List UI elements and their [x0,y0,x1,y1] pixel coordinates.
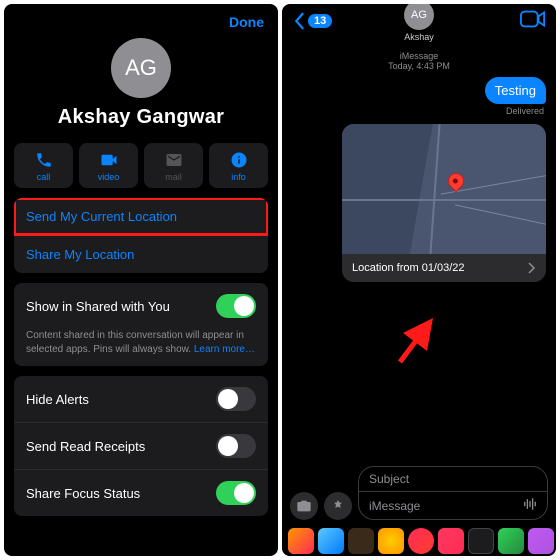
focus-status-label: Share Focus Status [26,486,140,501]
quick-actions: call video mail info [4,129,278,198]
back-button[interactable]: 13 [292,12,332,30]
shared-with-you-row[interactable]: Show in Shared with You [14,283,268,329]
call-label: call [37,172,51,182]
imessage-app-drawer[interactable] [282,526,556,556]
messages-conversation-screen: 13 AG Akshay iMessage Today, 4:43 PM Tes… [282,4,556,556]
location-label-row[interactable]: Location from 01/03/22 [342,254,546,282]
thread-timestamp: iMessage Today, 4:43 PM [282,51,556,71]
dictation-button[interactable] [523,497,537,514]
appstore-icon [330,498,346,514]
message-input[interactable]: iMessage [369,499,420,513]
focus-status-row[interactable]: Share Focus Status [14,469,268,516]
send-current-location-button[interactable]: Send My Current Location [14,198,268,235]
chat-title-area[interactable]: AG Akshay [404,4,434,42]
hide-alerts-row[interactable]: Hide Alerts [14,376,268,422]
subject-input[interactable]: Subject [359,467,547,492]
location-date-label: Location from 01/03/22 [352,262,465,274]
camera-icon [296,498,312,514]
facetime-button[interactable] [520,10,546,31]
read-receipts-label: Send Read Receipts [26,439,145,454]
app-icon[interactable] [528,528,554,554]
share-my-location-button[interactable]: Share My Location [14,235,268,273]
mail-button[interactable]: mail [144,143,203,188]
camera-button[interactable] [290,492,318,520]
compose-input-group: Subject iMessage [358,466,548,520]
shared-with-you-description: Content shared in this conversation will… [14,329,268,366]
info-icon [230,151,248,169]
hide-alerts-toggle[interactable] [216,387,256,411]
map-preview [342,124,546,254]
message-bubble[interactable]: Testing [485,77,546,104]
notification-settings-group: Hide Alerts Send Read Receipts Share Foc… [14,376,268,516]
call-button[interactable]: call [14,143,73,188]
app-icon[interactable] [408,528,434,554]
unread-badge: 13 [308,14,332,28]
avatar[interactable]: AG [111,38,171,98]
outgoing-message-row: Testing [282,71,556,104]
shared-with-you-group: Show in Shared with You Content shared i… [14,283,268,366]
contact-detail-screen: Done AG Akshay Gangwar call video mail i… [4,4,278,556]
read-receipts-row[interactable]: Send Read Receipts [14,422,268,469]
read-receipts-toggle[interactable] [216,434,256,458]
app-icon[interactable] [378,528,404,554]
done-button[interactable]: Done [229,14,264,30]
compose-bar: Subject iMessage [282,462,556,524]
app-icon[interactable] [288,528,314,554]
header-row: Done [4,4,278,34]
contact-name: Akshay Gangwar [58,106,225,129]
video-icon [100,151,118,169]
location-actions-group: Send My Current Location Share My Locati… [14,198,268,273]
chevron-left-icon [292,12,306,30]
contact-header: AG Akshay Gangwar [4,38,278,129]
video-label: video [98,172,120,182]
info-label: info [231,172,246,182]
chat-avatar: AG [404,4,434,30]
learn-more-link[interactable]: Learn more… [194,344,255,355]
mail-label: mail [165,172,182,182]
video-icon [520,10,546,28]
focus-status-toggle[interactable] [216,481,256,505]
waveform-icon [523,497,537,511]
app-icon[interactable] [348,528,374,554]
chevron-right-icon [528,262,536,274]
info-button[interactable]: info [209,143,268,188]
hide-alerts-label: Hide Alerts [26,392,89,407]
app-icon[interactable] [318,528,344,554]
video-button[interactable]: video [79,143,138,188]
shared-with-you-label: Show in Shared with You [26,299,170,314]
app-icon[interactable] [438,528,464,554]
chat-contact-name: Akshay [404,32,434,42]
mail-icon [165,151,183,169]
location-attachment[interactable]: Location from 01/03/22 [342,124,546,282]
phone-icon [35,151,53,169]
shared-with-you-toggle[interactable] [216,294,256,318]
app-icon[interactable] [468,528,494,554]
app-icon[interactable] [498,528,524,554]
app-store-button[interactable] [324,492,352,520]
annotation-arrow [392,314,442,364]
chat-header: 13 AG Akshay [282,4,556,33]
delivery-status: Delivered [282,104,556,120]
